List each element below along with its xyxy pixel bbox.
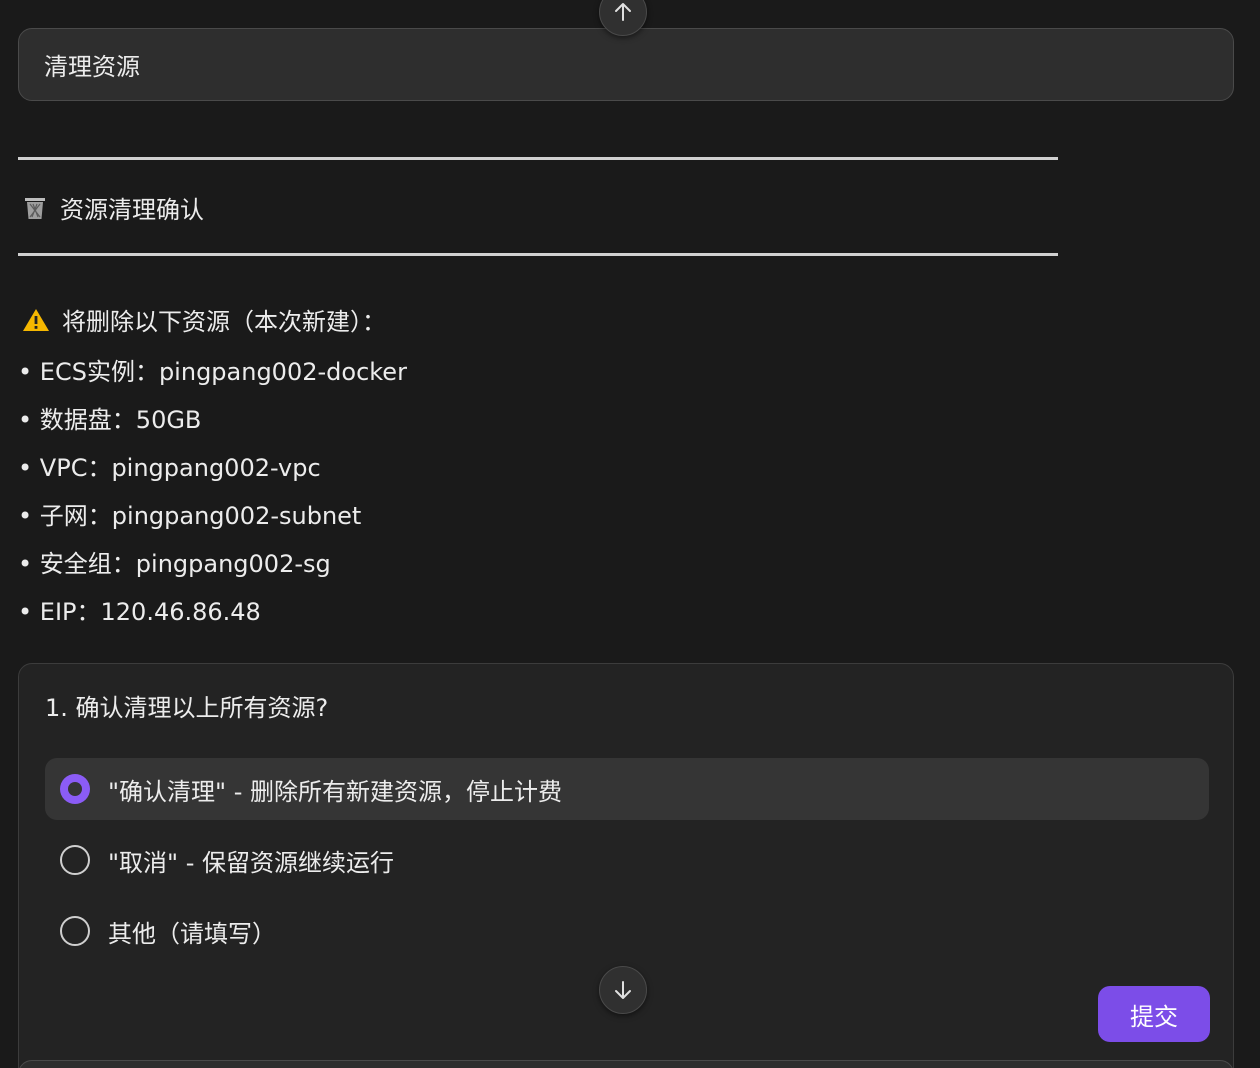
chat-input-box[interactable] (18, 1060, 1234, 1068)
list-item: 安全组：pingpang002-sg (18, 540, 407, 588)
arrow-up-icon (615, 3, 631, 21)
option-label: 其他（请填写） (108, 919, 276, 948)
list-item: VPC：pingpang002-vpc (18, 444, 407, 492)
option-other[interactable]: 其他（请填写） (45, 900, 1209, 962)
option-confirm[interactable]: "确认清理" - 删除所有新建资源，停止计费 (45, 758, 1209, 820)
option-label: "确认清理" - 删除所有新建资源，停止计费 (108, 777, 562, 806)
option-cancel[interactable]: "取消" - 保留资源继续运行 (45, 829, 1209, 891)
list-item: 子网：pingpang002-subnet (18, 492, 407, 540)
list-item: ECS实例：pingpang002-docker (18, 348, 407, 396)
warning-icon (22, 307, 50, 333)
divider-bottom (18, 253, 1058, 256)
user-message-text: 清理资源 (44, 53, 140, 81)
submit-button[interactable]: 提交 (1098, 986, 1210, 1042)
section-heading: 资源清理确认 (22, 190, 204, 225)
chat-view: 清理资源 资源清理确认 将删除以下资源（本次新建）： ECS实例： (0, 0, 1260, 1068)
section-heading-text: 资源清理确认 (60, 196, 204, 224)
radio-unselected[interactable] (60, 916, 90, 946)
warning-line: 将删除以下资源（本次新建）： (22, 302, 386, 337)
radio-unselected[interactable] (60, 845, 90, 875)
radio-selected[interactable] (60, 774, 90, 804)
scroll-down-button[interactable] (599, 966, 647, 1014)
list-item: EIP：120.46.86.48 (18, 588, 407, 636)
resource-list: ECS实例：pingpang002-docker 数据盘：50GB VPC：pi… (18, 348, 407, 636)
user-message-bubble: 清理资源 (18, 28, 1234, 101)
question-title: 1. 确认清理以上所有资源? (45, 694, 329, 722)
wastebasket-icon (22, 195, 48, 221)
list-item: 数据盘：50GB (18, 396, 407, 444)
divider-top (18, 157, 1058, 160)
option-label: "取消" - 保留资源继续运行 (108, 848, 394, 877)
arrow-down-icon (615, 981, 631, 999)
warning-text: 将删除以下资源（本次新建）： (62, 308, 386, 336)
